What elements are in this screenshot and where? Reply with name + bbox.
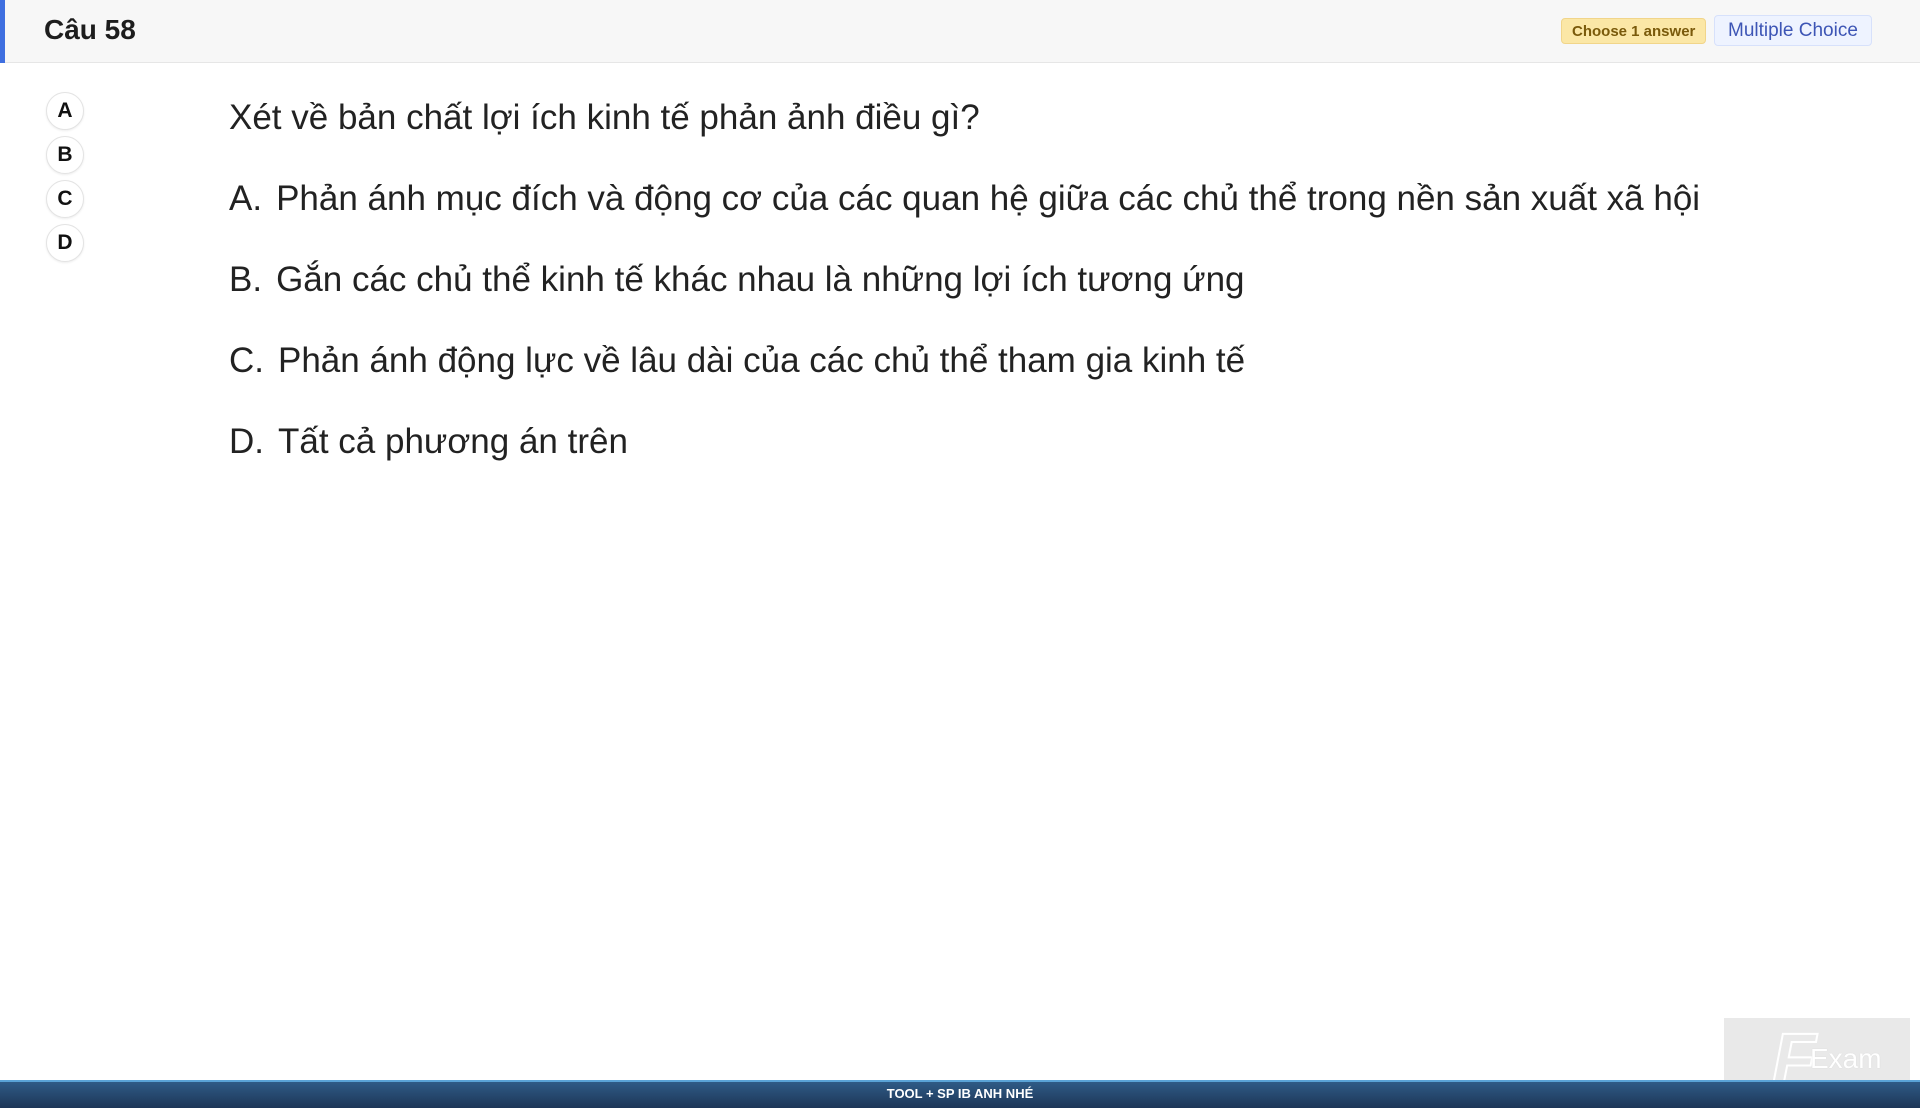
question-content: Xét về bản chất lợi ích kinh tế phản ảnh… bbox=[229, 93, 1869, 498]
option-c-text: Phản ánh động lực về lâu dài của các chủ… bbox=[278, 341, 1246, 380]
question-text: Xét về bản chất lợi ích kinh tế phản ảnh… bbox=[229, 98, 980, 137]
choose-one-badge: Choose 1 answer bbox=[1561, 18, 1707, 44]
answer-button-d[interactable]: D bbox=[46, 224, 84, 262]
option-c-letter: C. bbox=[229, 341, 264, 380]
option-a: A. Phản ánh mục đích và động cơ của các q… bbox=[229, 174, 1869, 224]
option-a-letter: A. bbox=[229, 179, 263, 218]
answer-button-b[interactable]: B bbox=[46, 136, 84, 174]
option-b: B. Gắn các chủ thể kinh tế khác nhau là n… bbox=[229, 255, 1869, 305]
option-b-letter: B. bbox=[229, 260, 263, 299]
question-header: Câu 58 Choose 1 answer Multiple Choice bbox=[0, 0, 1920, 63]
option-b-text: Gắn các chủ thể kinh tế khác nhau là nhữ… bbox=[276, 260, 1245, 299]
header-accent-bar bbox=[0, 0, 5, 63]
answer-selector: A B C D bbox=[46, 92, 86, 268]
option-d-text: Tất cả phương án trên bbox=[278, 422, 628, 461]
question-number-title: Câu 58 bbox=[44, 14, 136, 45]
answer-button-a[interactable]: A bbox=[46, 92, 84, 130]
option-a-text: Phản ánh mục đích và động cơ của các qua… bbox=[276, 179, 1701, 218]
footer-text: TOOL + SP IB ANH NHÉ bbox=[886, 1086, 1034, 1101]
logo-word: Exam bbox=[1810, 1043, 1882, 1074]
footer-bar: TOOL + SP IB ANH NHÉ bbox=[0, 1080, 1920, 1108]
option-c: C. Phản ánh động lực về lâu dài của các c… bbox=[229, 336, 1869, 386]
quiz-page: Câu 58 Choose 1 answer Multiple Choice A… bbox=[0, 0, 1920, 1108]
question-type-badge: Multiple Choice bbox=[1714, 15, 1872, 46]
option-d-letter: D. bbox=[229, 422, 264, 461]
option-d: D. Tất cả phương án trên bbox=[229, 417, 1869, 467]
answer-button-c[interactable]: C bbox=[46, 180, 84, 218]
